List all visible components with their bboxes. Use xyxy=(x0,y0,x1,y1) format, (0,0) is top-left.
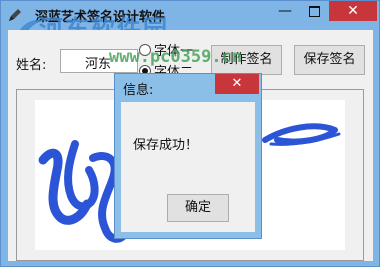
maximize-icon xyxy=(308,5,320,17)
maximize-button[interactable] xyxy=(301,1,327,21)
minimize-button[interactable]: — xyxy=(271,1,299,21)
name-label: 姓名: xyxy=(16,58,47,73)
dialog-message: 保存成功！ xyxy=(133,138,199,153)
main-window: 深蓝艺术签名设计软件 — ✕ 河东软件园 姓名: 河东 字体一 字体二 制作签名… xyxy=(0,0,380,267)
dialog-close-button[interactable]: ✕ xyxy=(215,74,259,94)
info-dialog: 信息: ✕ 保存成功！ 确定 xyxy=(114,73,262,239)
ok-button[interactable]: 确定 xyxy=(167,194,229,222)
save-signature-button[interactable]: 保存签名 xyxy=(294,45,365,75)
dialog-title: 信息: xyxy=(123,83,154,98)
close-button[interactable]: ✕ xyxy=(329,1,377,21)
dialog-body: 保存成功！ 确定 xyxy=(121,102,255,232)
watermark-url: www.pc0359.cn xyxy=(109,47,243,67)
